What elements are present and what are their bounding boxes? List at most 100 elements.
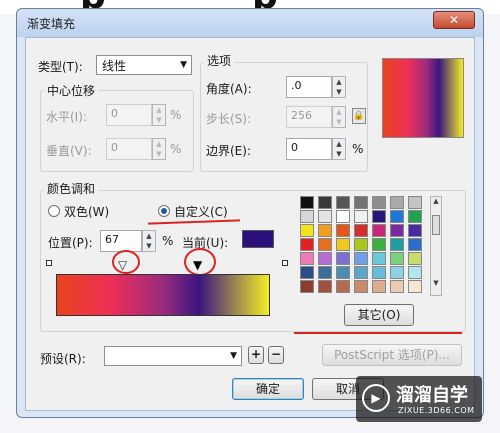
scrollbar-thumb[interactable] (432, 215, 440, 235)
palette-swatch[interactable] (300, 252, 314, 265)
palette-swatch[interactable] (372, 266, 386, 279)
palette-swatch[interactable] (372, 252, 386, 265)
palette-swatch[interactable] (318, 280, 332, 293)
palette-swatch[interactable] (336, 252, 350, 265)
palette-swatch[interactable] (408, 196, 422, 209)
palette-swatch[interactable] (372, 280, 386, 293)
vertical-unit: % (170, 142, 182, 156)
palette-swatch[interactable] (300, 196, 314, 209)
steps-label: 步长(S): (206, 112, 252, 126)
steps-input[interactable]: 256 (286, 106, 332, 128)
steps-spinner[interactable]: ▲ ▼ (332, 106, 346, 128)
palette-swatch[interactable] (300, 266, 314, 279)
postscript-options-button[interactable]: PostScript 选项(P)... (322, 344, 462, 366)
color-palette[interactable] (300, 196, 428, 296)
palette-swatch[interactable] (318, 196, 332, 209)
other-color-button[interactable]: 其它(O) (344, 304, 414, 326)
palette-swatch[interactable] (300, 224, 314, 237)
palette-swatch[interactable] (354, 210, 368, 223)
angle-input[interactable]: .0 (286, 76, 332, 98)
plus-icon: + (250, 347, 262, 361)
palette-swatch[interactable] (390, 252, 404, 265)
palette-swatch[interactable] (408, 280, 422, 293)
palette-swatch[interactable] (354, 252, 368, 265)
palette-swatch[interactable] (354, 224, 368, 237)
palette-swatch[interactable] (336, 224, 350, 237)
watermark-url: ZIXUE.3D66.COM (398, 406, 475, 415)
type-select[interactable]: 线性 ▼ (96, 55, 192, 75)
angle-spinner[interactable]: ▲ ▼ (332, 76, 346, 98)
palette-swatch[interactable] (300, 238, 314, 251)
remove-preset-button[interactable]: − (268, 346, 284, 364)
palette-swatch[interactable] (354, 266, 368, 279)
palette-swatch[interactable] (354, 238, 368, 251)
dialog-title: 渐变填充 (27, 17, 76, 31)
palette-swatch[interactable] (390, 210, 404, 223)
palette-swatch[interactable] (336, 266, 350, 279)
horizontal-input[interactable]: 0 (106, 104, 152, 126)
close-icon: ✕ (448, 13, 460, 27)
annotation-circle (184, 248, 216, 276)
palette-swatch[interactable] (336, 280, 350, 293)
position-label: 位置(P): (48, 236, 93, 250)
title-bar[interactable]: 渐变填充 ✕ (17, 9, 483, 37)
palette-swatch[interactable] (390, 238, 404, 251)
palette-swatch[interactable] (318, 252, 332, 265)
palette-scrollbar[interactable]: ▲ ▼ (430, 196, 442, 296)
palette-swatch[interactable] (390, 224, 404, 237)
palette-swatch[interactable] (408, 210, 422, 223)
palette-swatch[interactable] (318, 238, 332, 251)
palette-swatch[interactable] (390, 280, 404, 293)
add-preset-button[interactable]: + (248, 346, 264, 364)
two-color-label: 双色(W) (64, 205, 110, 219)
palette-swatch[interactable] (408, 224, 422, 237)
ok-button[interactable]: 确定 (232, 378, 304, 400)
position-input[interactable]: 67 (100, 230, 142, 252)
custom-radio[interactable] (158, 205, 170, 217)
start-stop-marker[interactable] (46, 260, 52, 266)
palette-swatch[interactable] (408, 238, 422, 251)
vertical-input[interactable]: 0 (106, 138, 152, 160)
palette-swatch[interactable] (354, 280, 368, 293)
edge-spinner[interactable]: ▲ ▼ (332, 138, 346, 160)
palette-swatch[interactable] (390, 266, 404, 279)
edge-unit: % (352, 142, 364, 156)
palette-swatch[interactable] (372, 210, 386, 223)
gradient-bar[interactable] (56, 274, 270, 316)
lock-icon[interactable]: 🔒 (352, 108, 366, 124)
presets-select[interactable]: ▼ (104, 346, 242, 366)
position-spinner[interactable]: ▲ ▼ (142, 230, 156, 252)
two-color-radio[interactable] (48, 205, 60, 217)
center-offset-title: 中心位移 (44, 82, 99, 99)
options-title: 选项 (204, 52, 235, 69)
palette-swatch[interactable] (390, 196, 404, 209)
palette-swatch[interactable] (408, 266, 422, 279)
palette-swatch[interactable] (318, 210, 332, 223)
horizontal-spinner[interactable]: ▲ ▼ (152, 104, 166, 126)
type-label: 类型(T): (38, 60, 83, 74)
palette-swatch[interactable] (300, 210, 314, 223)
dialog-body: 类型(T): 线性 ▼ 中心位移 水平(I): 0 ▲ ▼ % 垂直(V): 0 … (25, 37, 475, 411)
watermark-brand: 溜溜自学 (396, 385, 468, 406)
horizontal-unit: % (170, 108, 182, 122)
palette-swatch[interactable] (408, 252, 422, 265)
annotation-underline (294, 332, 462, 334)
chevron-down-icon: ▼ (230, 351, 237, 361)
type-select-value: 线性 (102, 59, 127, 73)
palette-swatch[interactable] (318, 266, 332, 279)
palette-swatch[interactable] (336, 210, 350, 223)
palette-swatch[interactable] (336, 238, 350, 251)
edge-input[interactable]: 0 (286, 138, 332, 160)
palette-swatch[interactable] (300, 280, 314, 293)
vertical-spinner[interactable]: ▲ ▼ (152, 138, 166, 160)
close-button[interactable]: ✕ (433, 11, 475, 29)
palette-swatch[interactable] (372, 196, 386, 209)
current-color-swatch[interactable] (242, 230, 274, 248)
palette-swatch[interactable] (336, 196, 350, 209)
palette-swatch[interactable] (354, 196, 368, 209)
horizontal-label: 水平(I): (46, 110, 87, 124)
end-stop-marker[interactable] (282, 260, 288, 266)
palette-swatch[interactable] (372, 238, 386, 251)
palette-swatch[interactable] (318, 224, 332, 237)
palette-swatch[interactable] (372, 224, 386, 237)
